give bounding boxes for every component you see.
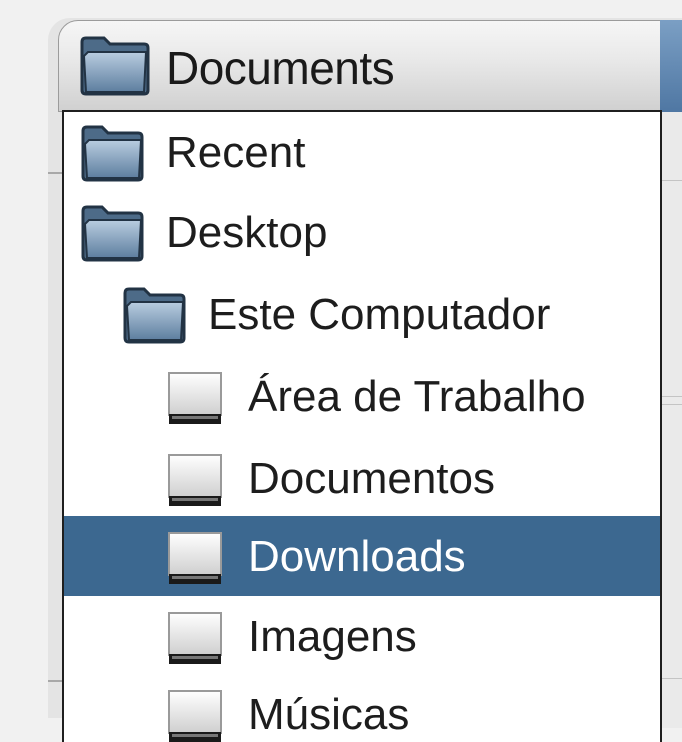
folder-icon — [80, 204, 146, 262]
list-item-label: Recent — [166, 128, 306, 177]
list-item-label: Músicas — [248, 690, 410, 739]
list-item-label: Documentos — [248, 454, 496, 503]
list-item-label: Imagens — [248, 612, 417, 661]
background-divider — [48, 172, 62, 174]
location-dropdown-list: Recent Desktop Este Computador Área de T… — [62, 110, 662, 742]
list-item-musicas[interactable]: Músicas — [64, 674, 660, 742]
list-item-imagens[interactable]: Imagens — [64, 596, 660, 676]
folder-icon — [122, 286, 188, 344]
list-item-label: Área de Trabalho — [248, 372, 586, 421]
drive-icon — [166, 370, 232, 428]
drive-icon — [166, 688, 232, 742]
list-item-este-computador[interactable]: Este Computador — [64, 274, 660, 354]
list-item-label: Este Computador — [208, 290, 551, 339]
list-item-label: Desktop — [166, 208, 328, 257]
list-item-documentos[interactable]: Documentos — [64, 438, 660, 518]
combo-selected-label: Documents — [166, 42, 395, 94]
drive-icon — [166, 530, 232, 588]
file-chooser-window: Documents Recent Desktop Este Computador… — [0, 0, 682, 742]
background-divider — [48, 680, 62, 682]
folder-icon — [78, 34, 150, 96]
list-item-recent[interactable]: Recent — [64, 112, 660, 192]
background-side-panel — [660, 108, 682, 728]
list-item-area-de-trabalho[interactable]: Área de Trabalho — [64, 356, 660, 436]
list-item-label: Downloads — [248, 532, 466, 581]
list-item-downloads[interactable]: Downloads — [64, 516, 660, 596]
folder-icon — [80, 124, 146, 182]
combo-dropdown-button[interactable] — [660, 20, 682, 112]
drive-icon — [166, 452, 232, 510]
drive-icon — [166, 610, 232, 668]
list-item-desktop[interactable]: Desktop — [64, 192, 660, 272]
